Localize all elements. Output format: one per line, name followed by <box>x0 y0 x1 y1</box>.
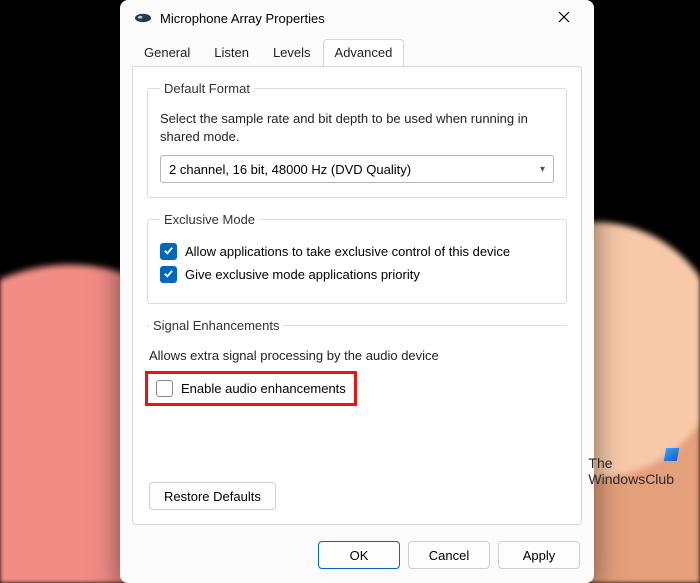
checkbox-exclusive-priority[interactable] <box>160 266 177 283</box>
check-icon <box>163 244 174 259</box>
sample-rate-select[interactable]: 2 channel, 16 bit, 48000 Hz (DVD Quality… <box>160 155 554 183</box>
signal-description: Allows extra signal processing by the au… <box>149 347 565 365</box>
tab-listen[interactable]: Listen <box>202 39 261 66</box>
checkbox-allow-exclusive[interactable] <box>160 243 177 260</box>
checkbox-enable-enhancements[interactable] <box>156 380 173 397</box>
button-label: Restore Defaults <box>164 489 261 504</box>
restore-defaults-button[interactable]: Restore Defaults <box>149 482 276 510</box>
microphone-icon <box>134 11 152 25</box>
highlight-annotation: Enable audio enhancements <box>145 371 357 406</box>
tab-levels[interactable]: Levels <box>261 39 323 66</box>
group-legend: Exclusive Mode <box>160 212 259 227</box>
group-legend: Default Format <box>160 81 254 96</box>
chevron-down-icon: ▾ <box>540 164 545 175</box>
check-icon <box>163 267 174 282</box>
group-default-format: Default Format Select the sample rate an… <box>147 81 567 198</box>
button-label: Cancel <box>429 548 469 563</box>
group-exclusive-mode: Exclusive Mode Allow applications to tak… <box>147 212 567 304</box>
close-icon <box>558 11 570 26</box>
apply-button[interactable]: Apply <box>498 541 580 569</box>
group-legend: Signal Enhancements <box>149 318 283 333</box>
tab-panel-advanced: Default Format Select the sample rate an… <box>132 66 582 525</box>
checkbox-label: Enable audio enhancements <box>181 381 346 396</box>
group-signal-enhancements: Signal Enhancements Allows extra signal … <box>147 318 567 420</box>
properties-dialog: Microphone Array Properties General List… <box>120 0 594 583</box>
checkbox-label: Give exclusive mode applications priorit… <box>185 267 420 282</box>
tab-advanced[interactable]: Advanced <box>323 39 405 66</box>
cancel-button[interactable]: Cancel <box>408 541 490 569</box>
select-value: 2 channel, 16 bit, 48000 Hz (DVD Quality… <box>169 162 411 177</box>
button-label: OK <box>350 548 369 563</box>
button-label: Apply <box>523 548 556 563</box>
ok-button[interactable]: OK <box>318 541 400 569</box>
tab-general[interactable]: General <box>132 39 202 66</box>
tab-strip: General Listen Levels Advanced <box>120 38 594 66</box>
titlebar: Microphone Array Properties <box>120 0 594 36</box>
window-title: Microphone Array Properties <box>160 11 542 26</box>
default-format-description: Select the sample rate and bit depth to … <box>160 110 554 145</box>
dialog-footer: OK Cancel Apply <box>120 533 594 583</box>
checkbox-label: Allow applications to take exclusive con… <box>185 244 510 259</box>
close-button[interactable] <box>542 3 586 33</box>
